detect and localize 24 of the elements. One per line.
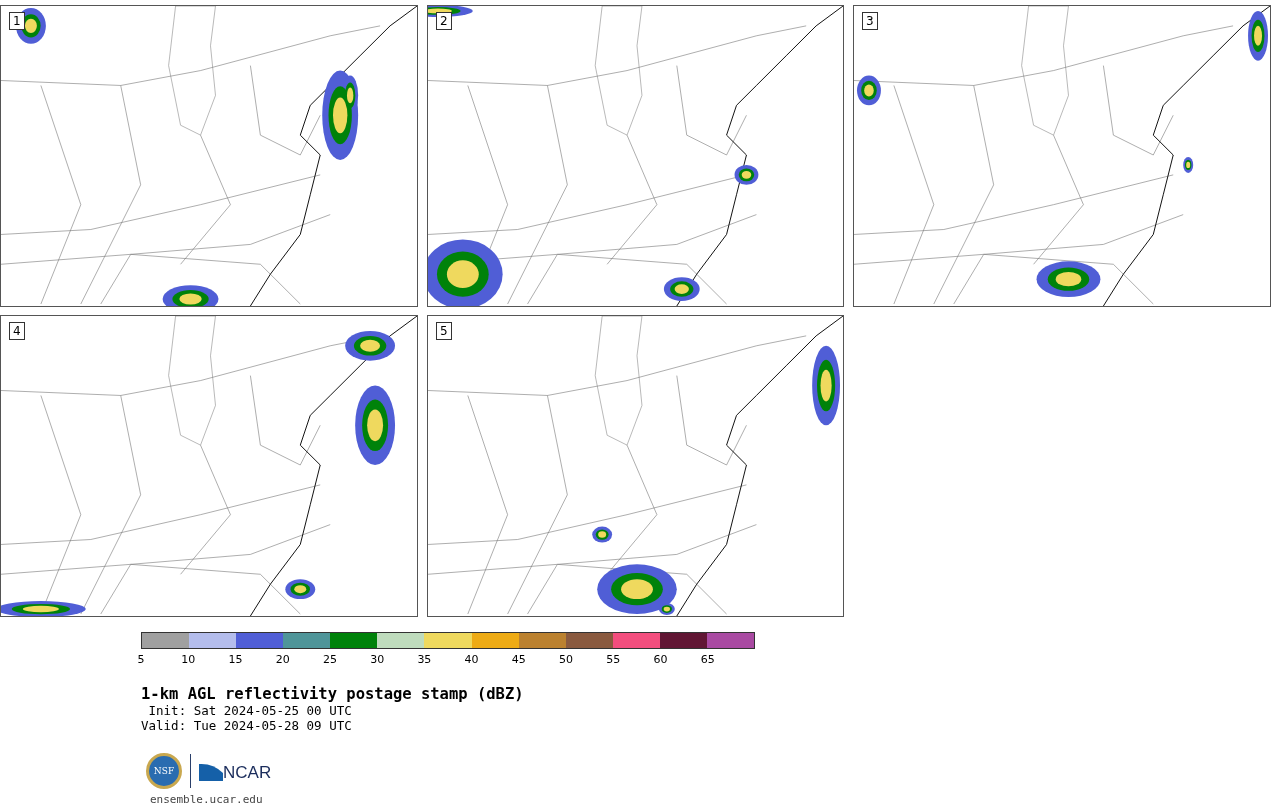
panel-number: 3 — [862, 12, 878, 30]
tick-label: 35 — [417, 653, 432, 666]
tick-label: 45 — [511, 653, 526, 666]
tick-label: 40 — [464, 653, 479, 666]
ncar-logo: NCAR — [199, 761, 272, 781]
tick-label: 5 — [137, 653, 145, 666]
init-time: Init: Sat 2024-05-25 00 UTC — [147, 703, 353, 718]
tick-label: 15 — [228, 653, 243, 666]
chart-title: 1-km AGL reflectivity postage stamp (dBZ) — [141, 685, 525, 703]
tick-label: 60 — [653, 653, 668, 666]
tick-label: 30 — [370, 653, 385, 666]
nsf-logo: NSF — [146, 753, 182, 789]
panel-number: 5 — [436, 322, 452, 340]
tick-label: 55 — [606, 653, 621, 666]
panel-number: 1 — [9, 12, 25, 30]
site-link[interactable]: ensemble.ucar.edu — [150, 793, 1280, 806]
tick-label: 20 — [275, 653, 290, 666]
tick-label: 10 — [181, 653, 196, 666]
valid-time: Valid: Tue 2024-05-28 09 UTC — [141, 718, 353, 733]
panel-number: 4 — [9, 322, 25, 340]
tick-label: 50 — [559, 653, 574, 666]
tick-label: 65 — [700, 653, 715, 666]
panel-number: 2 — [436, 12, 452, 30]
tick-label: 25 — [322, 653, 337, 666]
